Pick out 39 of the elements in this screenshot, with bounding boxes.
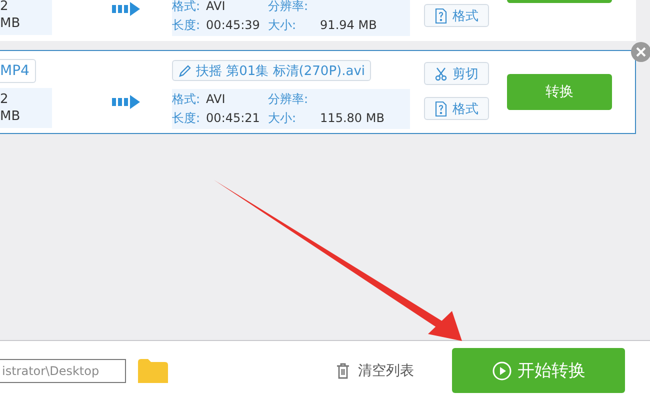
output-format-dropdown[interactable]: MP4 [0, 59, 36, 83]
info-label: 分辨率: [268, 91, 308, 108]
arrow-right-icon [112, 95, 140, 109]
play-circle-icon [492, 360, 512, 380]
file-question-icon [434, 8, 446, 24]
format-button[interactable]: 格式 [424, 97, 489, 120]
info-label: 长度: [172, 17, 200, 34]
arrow-right-icon [112, 2, 140, 16]
source-info-text: 2 [0, 91, 10, 108]
output-path-field[interactable]: istrator\Desktop [0, 358, 126, 382]
info-value: AVI [206, 91, 226, 108]
file-question-icon [434, 100, 446, 116]
convert-button[interactable]: 转换 [507, 74, 612, 110]
close-icon[interactable] [631, 42, 650, 62]
pencil-icon [178, 64, 192, 78]
scissors-icon [434, 66, 446, 80]
folder-icon [138, 358, 168, 382]
info-value: AVI [206, 0, 226, 15]
info-value: 00:45:39 [206, 17, 260, 34]
file-card[interactable]: MP4 2 MB 扶摇 第01集 标清(270P).avi 格式: AVI 分辨率: 长度: 00:45:21 大小: 115.80 MB 剪切 格式 转换 [0, 50, 636, 134]
cut-button[interactable]: 剪切 [424, 62, 489, 85]
info-label: 大小: [268, 17, 296, 34]
source-info-text: MB [0, 15, 22, 32]
info-label: 长度: [172, 110, 200, 127]
source-info-text: MB [0, 108, 22, 125]
info-value: 00:45:21 [206, 110, 260, 127]
format-button[interactable]: 格式 [424, 4, 489, 27]
info-value: 115.80 MB [320, 110, 384, 127]
start-convert-button[interactable]: 开始转换 [452, 348, 625, 393]
info-label: 分辨率: [268, 0, 308, 15]
file-card[interactable]: 2 MB 格式: AVI 分辨率: 长度: 00:45:39 大小: 91.94 MB 格式 [0, 0, 636, 41]
file-name-field[interactable]: 扶摇 第01集 标清(270P).avi [172, 60, 372, 81]
info-label: 格式: [172, 0, 200, 15]
info-label: 大小: [268, 110, 296, 127]
info-label: 格式: [172, 91, 200, 108]
info-value: 91.94 MB [320, 17, 377, 34]
trash-icon [336, 362, 350, 378]
source-info-text: 2 [0, 0, 10, 15]
clear-list-button[interactable]: 清空列表 [336, 362, 414, 380]
